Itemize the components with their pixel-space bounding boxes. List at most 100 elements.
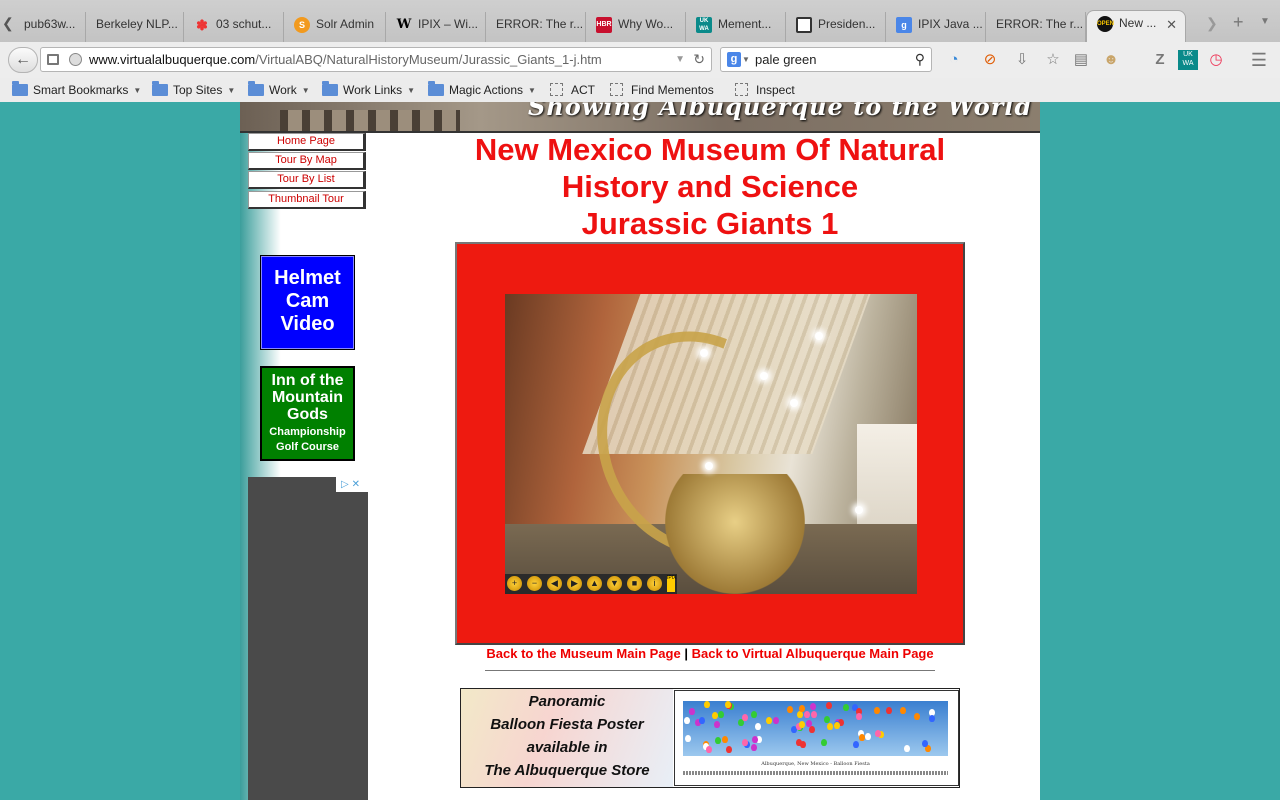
flower-icon: ✽ xyxy=(196,17,208,33)
wikipedia-icon: W xyxy=(396,17,412,32)
bookmark-item[interactable]: Inspect xyxy=(735,81,795,99)
poster-line: The Albuquerque Store xyxy=(484,762,650,779)
solr-icon: S xyxy=(294,17,310,33)
face-icon[interactable]: ☻ xyxy=(1101,50,1121,70)
bookmark-item[interactable]: ACT xyxy=(550,81,595,99)
tab[interactable]: g IPIX Java ... xyxy=(886,12,986,42)
balloon-icon xyxy=(811,711,817,718)
menu-icon[interactable]: ☰ xyxy=(1249,50,1269,70)
balloon-icon xyxy=(742,739,748,746)
ceiling-light xyxy=(855,506,863,514)
google-icon: g xyxy=(896,17,912,33)
search-bar[interactable]: g ▼ pale green ⚲ xyxy=(720,47,932,72)
helmet-cam-video-ad[interactable]: Helmet Cam Video xyxy=(260,255,355,350)
folder-icon xyxy=(322,81,338,96)
tab-label: New ... xyxy=(1119,16,1157,31)
poster-line: Balloon Fiesta Poster xyxy=(490,716,644,733)
ceiling-light xyxy=(760,372,768,380)
nav-home-page[interactable]: Home Page xyxy=(248,133,366,151)
balloon-icon xyxy=(800,741,806,748)
back-button[interactable]: ← xyxy=(8,47,38,73)
search-engine-dropdown-icon[interactable]: ▼ xyxy=(742,48,750,71)
zoom-out-icon[interactable]: − xyxy=(527,576,542,591)
panorama-viewer-frame: + − ◀ ▶ ▲ ▼ ■ i IPIX xyxy=(455,242,965,645)
museum-main-page-link[interactable]: Back to the Museum Main Page xyxy=(486,646,680,661)
zoom-in-icon[interactable]: + xyxy=(507,576,522,591)
balloon-fiesta-poster-ad[interactable]: Panoramic Balloon Fiesta Poster availabl… xyxy=(460,688,960,788)
history-dropdown-icon[interactable]: ▼ xyxy=(675,48,685,71)
new-tab-icon[interactable]: + xyxy=(1233,12,1244,33)
tab[interactable]: S Solr Admin xyxy=(284,12,386,42)
inn-of-the-mountain-gods-ad[interactable]: Inn of the Mountain Gods Championship Go… xyxy=(260,366,355,461)
tab-label: ERROR: The r... xyxy=(496,17,584,31)
balloon-icon xyxy=(685,735,691,742)
balloon-icon xyxy=(826,702,832,709)
panorama-viewer[interactable]: + − ◀ ▶ ▲ ▼ ■ i IPIX xyxy=(505,294,917,594)
balloon-icon xyxy=(718,711,724,718)
bookmark-star-icon[interactable]: ☆ xyxy=(1043,50,1063,70)
tab[interactable]: pub63w... xyxy=(14,12,86,42)
addon-d-icon[interactable]: ◔ xyxy=(944,50,964,70)
tab[interactable]: UK WA Mement... xyxy=(686,12,786,42)
nav-thumbnail-tour[interactable]: Thumbnail Tour xyxy=(248,191,366,209)
balloon-icon xyxy=(843,704,849,711)
ad-line: Video xyxy=(280,313,335,335)
bookmark-folder[interactable]: Smart Bookmarks ▼ xyxy=(12,81,141,100)
banner-slogan: Showing Albuquerque to the World xyxy=(528,102,1033,121)
page-title: New Mexico Museum Of Natural History and… xyxy=(410,131,1010,242)
tab[interactable]: HBR Why Wo... xyxy=(586,12,686,42)
site-info-icon[interactable] xyxy=(47,54,59,65)
reload-icon[interactable]: ↻ xyxy=(693,48,705,71)
balloon-icon xyxy=(704,701,710,708)
tab[interactable]: ERROR: The r... xyxy=(486,12,586,42)
blocked-icon[interactable]: ⊘ xyxy=(980,50,1000,70)
zotero-icon[interactable]: Z xyxy=(1150,50,1170,70)
ad-line: Cam xyxy=(285,290,330,312)
tab-label: Mement... xyxy=(718,17,772,32)
reading-list-icon[interactable]: ▤ xyxy=(1071,50,1091,70)
adchoices-icon[interactable]: ▷✕ xyxy=(336,477,368,492)
tab[interactable]: Berkeley NLP... xyxy=(86,12,184,42)
tab-scroll-left-icon[interactable]: ❮ xyxy=(2,15,14,32)
balloon-icon xyxy=(834,722,840,729)
navigation-bar: ← www.virtualalbuquerque.com/VirtualABQ/… xyxy=(0,42,1280,78)
search-icon[interactable]: ⚲ xyxy=(915,48,925,71)
download-icon[interactable]: ⇩ xyxy=(1012,50,1032,70)
pan-down-icon[interactable]: ▼ xyxy=(607,576,622,591)
pan-left-icon[interactable]: ◀ xyxy=(547,576,562,591)
tab-label: Presiden... xyxy=(818,17,876,32)
stop-icon[interactable]: ■ xyxy=(627,576,642,591)
ukwa-toolbar-icon[interactable]: UK WA xyxy=(1178,50,1198,70)
search-engine-icon[interactable]: g xyxy=(727,52,741,67)
tab[interactable]: W IPIX – Wi... xyxy=(386,12,486,42)
tab[interactable]: ✽ 03 schut... xyxy=(184,12,284,42)
bookmark-item[interactable]: Find Mementos xyxy=(610,81,714,99)
nav-tour-by-list[interactable]: Tour By List xyxy=(248,171,366,189)
bookmark-folder[interactable]: Magic Actions ▼ xyxy=(428,81,536,100)
bookmark-label: Smart Bookmarks xyxy=(33,83,129,97)
tab-active[interactable]: OPEN New ... ✕ xyxy=(1086,10,1186,42)
bookmark-folder[interactable]: Work Links ▼ xyxy=(322,81,415,100)
url-bar[interactable]: www.virtualalbuquerque.com/VirtualABQ/Na… xyxy=(40,47,712,72)
tab[interactable]: Presiden... xyxy=(786,12,886,42)
balloon-icon xyxy=(874,707,880,714)
bookmark-folder[interactable]: Work ▼ xyxy=(248,81,310,100)
pan-right-icon[interactable]: ▶ xyxy=(567,576,582,591)
balloon-icon xyxy=(714,721,720,728)
nav-tour-by-map[interactable]: Tour By Map xyxy=(248,152,366,170)
tab[interactable]: ERROR: The r... xyxy=(986,12,1086,42)
pan-up-icon[interactable]: ▲ xyxy=(587,576,602,591)
advertisement-box[interactable]: ▷✕ xyxy=(248,477,368,800)
tab-scroll-right-icon[interactable]: ❯ xyxy=(1206,15,1218,32)
web-page: Showing Albuquerque to the World Home Pa… xyxy=(240,102,1040,800)
virtual-albuquerque-main-page-link[interactable]: Back to Virtual Albuquerque Main Page xyxy=(692,646,934,661)
bookmark-folder[interactable]: Top Sites ▼ xyxy=(152,81,235,100)
info-icon[interactable]: i xyxy=(647,576,662,591)
search-input[interactable]: pale green xyxy=(755,52,816,67)
timetravel-icon[interactable]: ◷ xyxy=(1206,50,1226,70)
tab-label: Solr Admin xyxy=(316,17,375,32)
balloon-icon xyxy=(900,707,906,714)
tab-list-icon[interactable]: ▼ xyxy=(1260,16,1270,27)
close-tab-icon[interactable]: ✕ xyxy=(1166,17,1177,33)
title-line: History and Science xyxy=(561,169,859,204)
